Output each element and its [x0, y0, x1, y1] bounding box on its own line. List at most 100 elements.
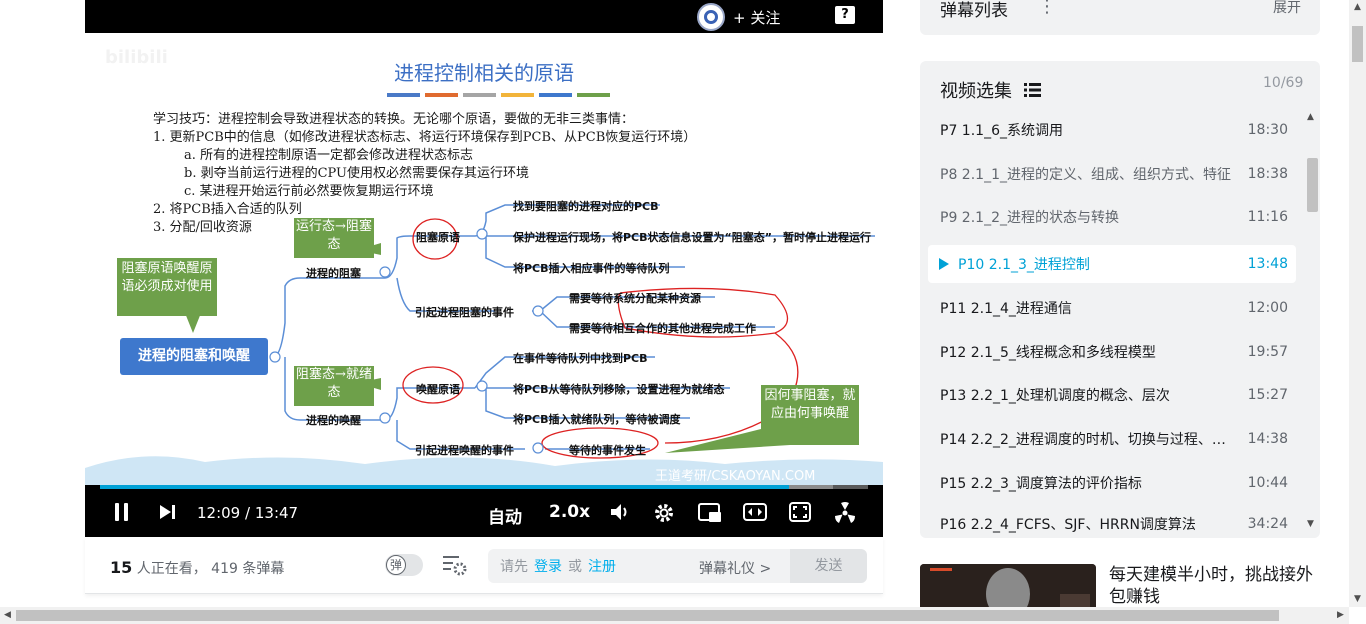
page-vertical-scroll-thumb[interactable]: [1352, 26, 1363, 62]
episode-panel: 视频选集 10/69 P7 1.1_6_系统调用 18:30 P8 2.1_1_进…: [920, 61, 1320, 538]
video-player[interactable]: + 关注 ? bilibili 进程控制相关的原语 学习技巧：进程控制会导致进程…: [85, 0, 883, 537]
wake-state-tag: 阻塞态→就绪态: [294, 366, 374, 406]
web-fullscreen-icon[interactable]: [789, 502, 811, 522]
uploader-avatar: [697, 3, 725, 31]
pause-icon[interactable]: [113, 502, 131, 522]
danmaku-count-label: 条弹幕: [242, 561, 285, 577]
fullscreen-icon[interactable]: [833, 501, 857, 525]
episode-item[interactable]: P16 2.2_4_FCFS、SJF、HRRN调度算法 34:24: [928, 505, 1296, 538]
danmaku-etiquette-link[interactable]: 弹幕礼仪 >: [699, 558, 771, 578]
speed-button[interactable]: 2.0x: [549, 502, 590, 522]
thumbnail-image: [920, 564, 1096, 612]
quality-button[interactable]: 自动: [488, 503, 522, 528]
cause-note-callout: 因何事阻塞，就应由何事唤醒: [761, 385, 859, 445]
episode-item[interactable]: P8 2.1_1_进程的定义、组成、组织方式、特征 18:38: [928, 155, 1296, 193]
episode-item[interactable]: P12 2.1_5_线程概念和多线程模型 19:57: [928, 333, 1296, 371]
expand-button[interactable]: 展开: [1273, 0, 1301, 17]
follow-label: + 关注: [733, 8, 781, 27]
episode-duration: 10:44: [1247, 475, 1288, 491]
list-view-icon[interactable]: [1024, 83, 1041, 97]
block-step: 将PCB插入相应事件的等待队列: [513, 262, 670, 275]
volume-icon[interactable]: [609, 502, 631, 522]
episode-item[interactable]: P9 2.1_2_进程的状态与转换 11:16: [928, 198, 1296, 236]
viewer-label: 人正在看，: [136, 561, 207, 577]
picture-in-picture-icon[interactable]: [698, 502, 722, 524]
episode-duration: 34:24: [1247, 516, 1288, 532]
block-event-item: 需要等待相互合作的其他进程完成工作: [569, 322, 756, 335]
send-button[interactable]: 发送: [790, 549, 867, 583]
page-scroll-up-icon[interactable]: ▲: [1354, 2, 1361, 12]
episode-item[interactable]: P15 2.2_3_调度算法的评价指标 10:44: [928, 464, 1296, 502]
page-vertical-scrollbar[interactable]: [1349, 0, 1366, 607]
progress-played: [100, 485, 789, 489]
follow-button[interactable]: + 关注: [697, 2, 780, 32]
episode-duration: 11:16: [1247, 209, 1288, 225]
settings-gear-icon[interactable]: [653, 502, 675, 524]
episode-item[interactable]: P13 2.2_1_处理机调度的概念、层次 15:27: [928, 376, 1296, 414]
page-scroll-down-icon[interactable]: ▼: [1354, 594, 1361, 604]
widescreen-icon[interactable]: [743, 503, 767, 521]
input-prefix: 请先: [500, 559, 528, 575]
episode-title: P8 2.1_1_进程的定义、组成、组织方式、特征: [940, 167, 1231, 183]
current-time: 12:09: [197, 504, 241, 522]
more-icon[interactable]: ⋮: [1038, 0, 1056, 17]
episode-item[interactable]: P11 2.1_4_进程通信 12:00: [928, 289, 1296, 327]
episode-title: P9 2.1_2_进程的状态与转换: [940, 210, 1119, 226]
wake-node: 进程的唤醒: [306, 414, 361, 427]
episode-duration: 13:48: [1247, 256, 1288, 272]
danmaku-send-bar: 15 人正在看， 419 条弹幕 弹 请先 登录 或 注册 弹幕礼仪 > 发送: [85, 537, 883, 594]
episode-title: P10 2.1_3_进程控制: [958, 257, 1090, 273]
pair-note-callout: 阻塞原语唤醒原语必须成对使用: [117, 258, 217, 316]
block-step: 保护进程运行现场，将PCB状态信息设置为“阻塞态”，暂时停止进程运行: [513, 231, 871, 244]
register-link[interactable]: 注册: [588, 556, 616, 576]
scroll-down-arrow-icon[interactable]: ▼: [1307, 519, 1314, 529]
episode-duration: 14:38: [1247, 431, 1288, 447]
scroll-up-arrow-icon[interactable]: ▲: [1307, 112, 1314, 122]
video-frame-slide: bilibili 进程控制相关的原语 学习技巧：进程控制会导致进程状态的转换。无…: [85, 33, 883, 485]
player-control-bar: 12:09 / 13:47 自动 2.0x: [85, 485, 883, 537]
episode-panel-header: 视频选集: [940, 77, 1041, 103]
wake-step: 在事件等待队列中找到PCB: [513, 352, 648, 365]
page-scroll-left-icon[interactable]: ◀: [4, 610, 11, 620]
help-icon[interactable]: ?: [835, 6, 855, 24]
episode-duration: 18:30: [1247, 122, 1288, 138]
recommended-thumbnail[interactable]: [920, 564, 1096, 612]
time-display: 12:09 / 13:47: [197, 504, 298, 522]
block-state-tag: 运行态→阻塞态: [294, 218, 374, 258]
episode-item-current[interactable]: P10 2.1_3_进程控制 13:48: [928, 245, 1296, 283]
next-icon[interactable]: [159, 504, 177, 520]
page-scroll-right-icon[interactable]: ▶: [1337, 610, 1344, 620]
login-link[interactable]: 登录: [534, 556, 562, 576]
episode-item[interactable]: P7 1.1_6_系统调用 18:30: [928, 111, 1296, 149]
danmaku-count: 419: [211, 561, 238, 577]
danmaku-toggle[interactable]: 弹: [385, 554, 423, 576]
episode-item[interactable]: P14 2.2_2_进程调度的时机、切换与过程、方式 14:38: [928, 420, 1296, 458]
block-event-node: 引起进程阻塞的事件: [415, 306, 514, 319]
danmaku-list-title: 弹幕列表: [940, 1, 1008, 21]
page-horizontal-scroll-thumb[interactable]: [16, 610, 1279, 621]
block-event-item: 需要等待系统分配某种资源: [569, 292, 701, 305]
danmaku-list-panel: 弹幕列表 ⋮ 展开: [920, 0, 1320, 35]
recommended-video[interactable]: 每天建模半小时，挑战接外包赚钱: [920, 562, 1320, 612]
block-primitive-node: 阻塞原语: [416, 231, 460, 244]
player-top-bar: + 关注 ?: [85, 0, 883, 33]
episode-title: P7 1.1_6_系统调用: [940, 123, 1063, 139]
block-node: 进程的阻塞: [306, 267, 361, 280]
episode-panel-title: 视频选集: [940, 81, 1012, 102]
episode-duration: 19:57: [1247, 344, 1288, 360]
episode-title: P13 2.2_1_处理机调度的概念、层次: [940, 388, 1170, 404]
wake-step: 将PCB从等待队列移除，设置进程为就绪态: [513, 383, 725, 396]
playing-indicator-icon: [939, 258, 949, 270]
block-step: 找到要阻塞的进程对应的PCB: [513, 200, 659, 213]
input-or: 或: [568, 559, 582, 575]
danmaku-settings-icon[interactable]: [442, 553, 468, 577]
recommended-title[interactable]: 每天建模半小时，挑战接外包赚钱: [1109, 564, 1324, 608]
episode-title: P14 2.2_2_进程调度的时机、切换与过程、方式: [940, 432, 1236, 448]
total-time: 13:47: [254, 504, 299, 522]
episode-title: P16 2.2_4_FCFS、SJF、HRRN调度算法: [940, 517, 1196, 533]
wake-step: 将PCB插入就绪队列，等待被调度: [513, 413, 681, 426]
mind-map-root-node: 进程的阻塞和唤醒: [120, 338, 268, 375]
episode-title: P15 2.2_3_调度算法的评价指标: [940, 476, 1142, 492]
episode-scroll-thumb[interactable]: [1307, 158, 1318, 212]
viewer-stats: 15 人正在看， 419 条弹幕: [110, 558, 284, 578]
